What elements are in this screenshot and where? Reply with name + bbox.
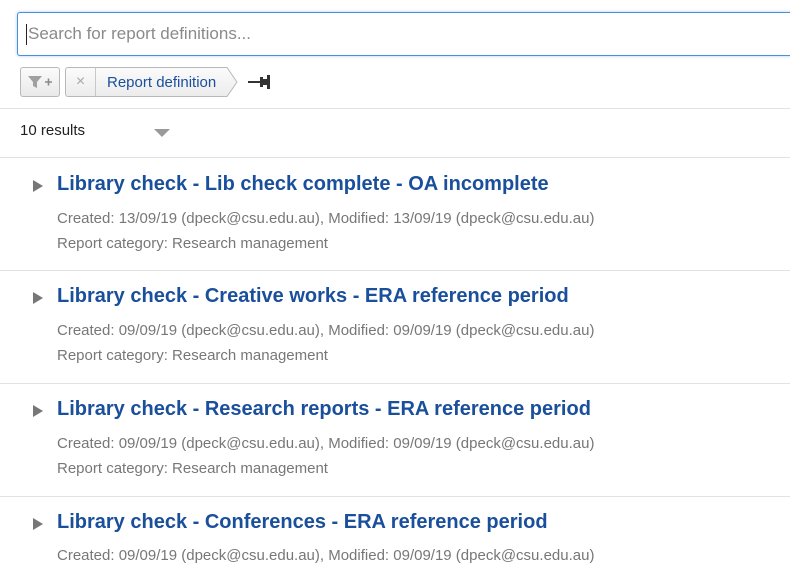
result-title-link[interactable]: Library check - Lib check complete - OA … bbox=[57, 173, 549, 196]
close-icon: × bbox=[75, 73, 86, 90]
result-meta: Created: 09/09/19 (dpeck@csu.edu.au), Mo… bbox=[57, 322, 595, 339]
result-divider bbox=[0, 270, 790, 271]
add-filter-button[interactable] bbox=[20, 67, 60, 97]
result-meta: Created: 13/09/19 (dpeck@csu.edu.au), Mo… bbox=[57, 210, 595, 227]
result-divider bbox=[0, 383, 790, 384]
result-category: Report category: Research management bbox=[57, 460, 328, 477]
result-category: Report category: Research management bbox=[57, 235, 328, 252]
filter-chip-report-definition[interactable]: × Report definition bbox=[65, 67, 238, 97]
result-title-link[interactable]: Library check - Research reports - ERA r… bbox=[57, 398, 591, 421]
result-title-link[interactable]: Library check - Conferences - ERA refere… bbox=[57, 511, 548, 534]
text-caret bbox=[26, 24, 27, 45]
expand-arrow-icon[interactable] bbox=[33, 292, 43, 304]
pin-icon[interactable] bbox=[248, 74, 271, 90]
filter-chip-label[interactable]: Report definition bbox=[95, 67, 225, 97]
result-title-link[interactable]: Library check - Creative works - ERA ref… bbox=[57, 285, 569, 308]
filter-plus-icon bbox=[28, 76, 52, 88]
expand-arrow-icon[interactable] bbox=[33, 518, 43, 530]
chip-remove-button[interactable]: × bbox=[65, 67, 95, 97]
search-box[interactable] bbox=[17, 12, 790, 56]
chip-arrow-end bbox=[224, 67, 238, 97]
result-divider bbox=[0, 496, 790, 497]
sort-dropdown-caret-icon[interactable] bbox=[154, 129, 170, 137]
expand-arrow-icon[interactable] bbox=[33, 405, 43, 417]
filter-bar: × Report definition bbox=[20, 66, 271, 98]
toolbar-divider bbox=[0, 108, 790, 109]
result-meta: Created: 09/09/19 (dpeck@csu.edu.au), Mo… bbox=[57, 435, 595, 452]
search-input[interactable] bbox=[18, 13, 768, 55]
result-meta: Created: 09/09/19 (dpeck@csu.edu.au), Mo… bbox=[57, 547, 595, 564]
result-category: Report category: Research management bbox=[57, 347, 328, 364]
expand-arrow-icon[interactable] bbox=[33, 180, 43, 192]
results-header-divider bbox=[0, 157, 790, 158]
results-count: 10 results bbox=[20, 122, 86, 139]
